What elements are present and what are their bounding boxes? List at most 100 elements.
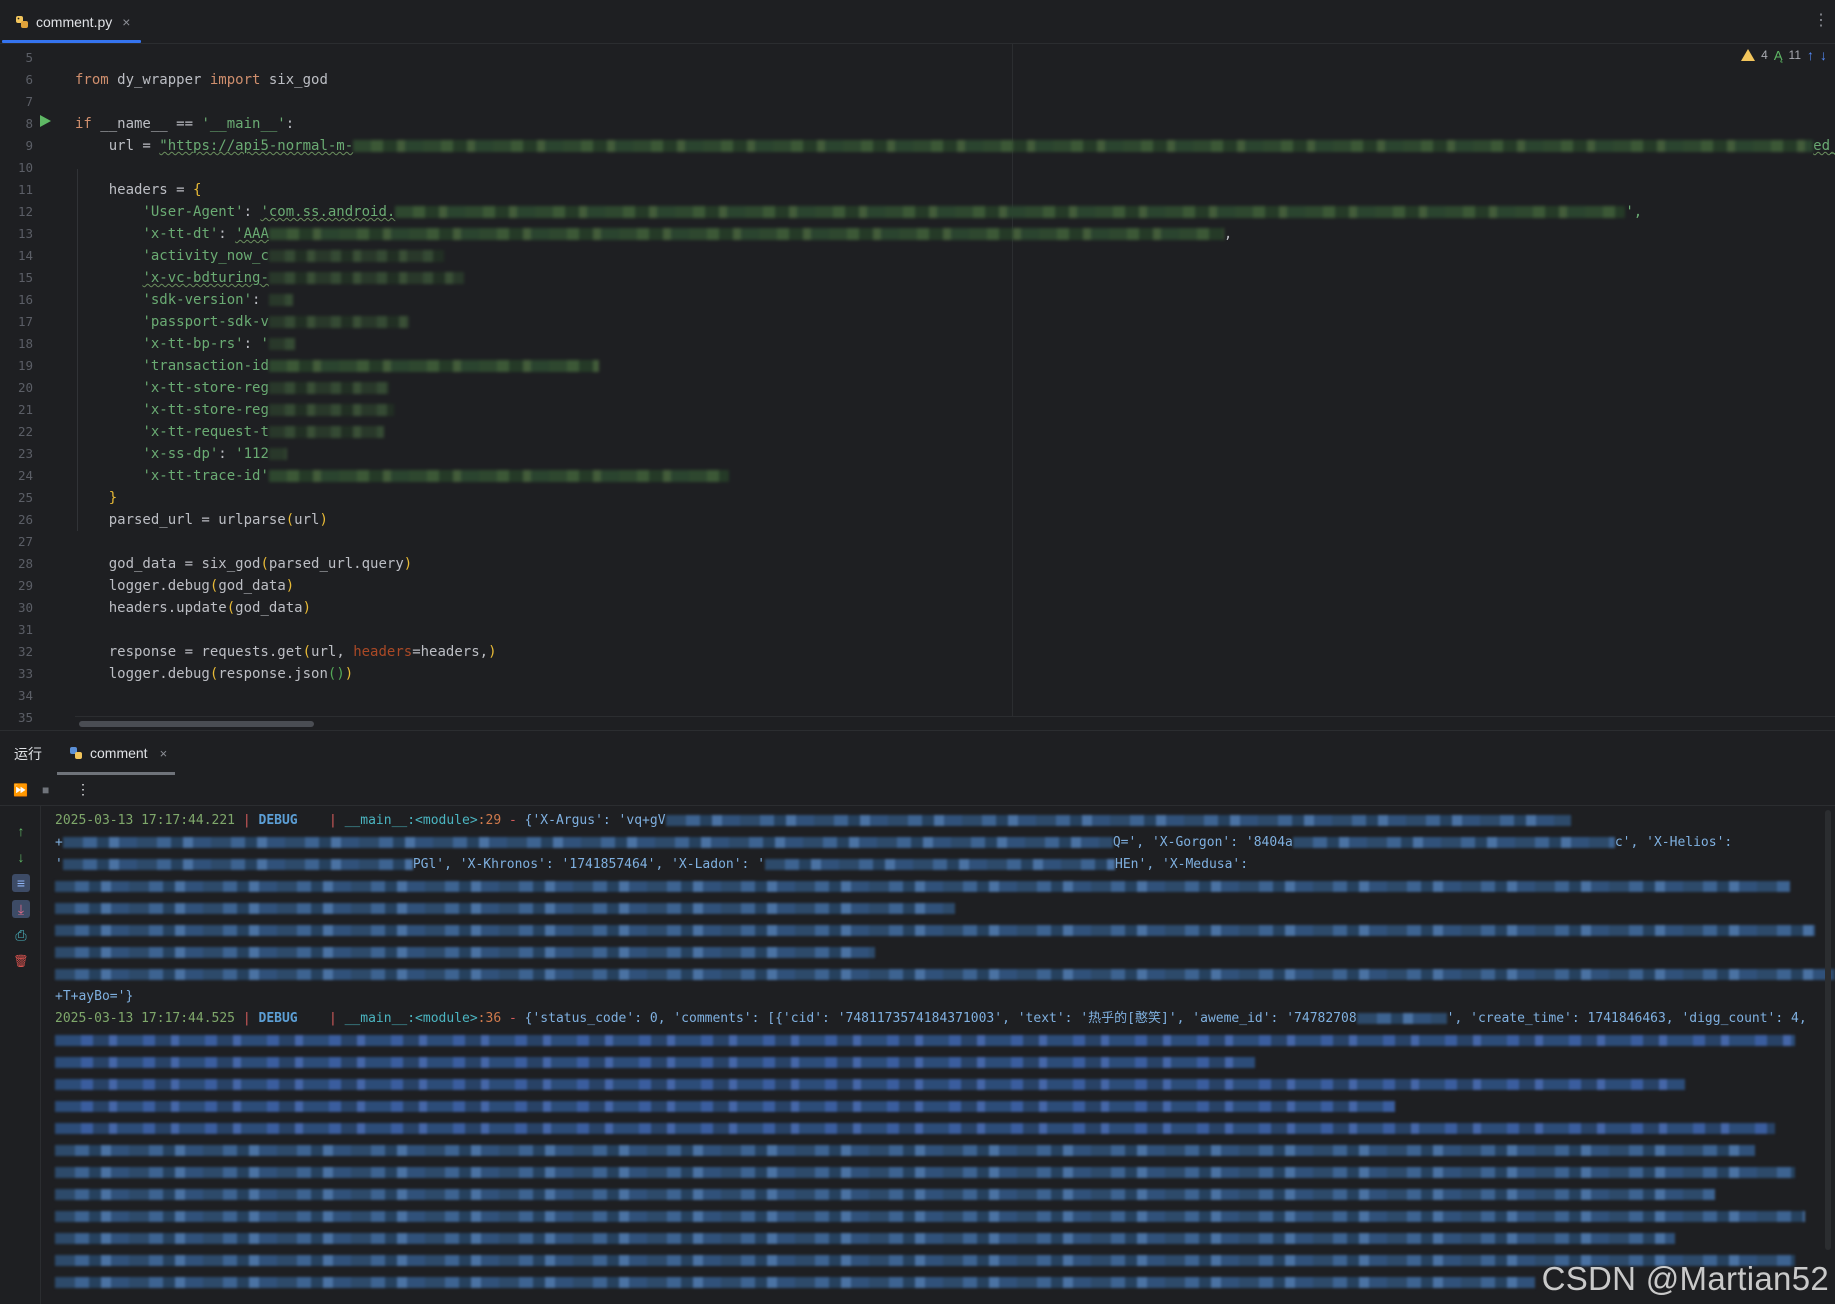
code-text: headers. [75, 600, 177, 616]
line-number: 5 [25, 50, 33, 65]
scroll-to-end-icon[interactable]: ⤓ [12, 900, 30, 918]
tab-comment-py[interactable]: comment.py × [2, 0, 141, 43]
log-line [55, 1030, 1795, 1052]
redacted-value [268, 272, 464, 284]
code-text: =headers, [412, 644, 489, 660]
code-line-25: } [75, 487, 117, 509]
redacted-log [1356, 1013, 1447, 1024]
redacted-value [268, 228, 1224, 240]
tab-label: comment.py [36, 13, 113, 30]
redacted-log [55, 1167, 1795, 1178]
dict-key: 'passport-sdk-v [142, 314, 269, 330]
log-separator: | [328, 813, 345, 828]
soft-wrap-icon[interactable]: ≡ [12, 874, 30, 892]
line-number: 15 [17, 270, 33, 285]
scroll-down-icon[interactable]: ↓ [12, 848, 30, 866]
code-editor[interactable]: 4 Ą 11 ↑ ↓ 5 6 7 8 9 10 11 12 13 14 15 1… [0, 44, 1835, 730]
line-number: 27 [17, 534, 33, 549]
line-number: 33 [17, 666, 33, 681]
log-level: DEBUG [258, 1011, 298, 1026]
typo-icon: Ą [1773, 47, 1783, 63]
string-literal: 'AAA [235, 226, 269, 242]
redacted-log [55, 1079, 1685, 1090]
redacted-value [268, 250, 444, 262]
run-tab-comment[interactable]: comment × [57, 731, 175, 775]
dict-key: 'User-Agent' [142, 204, 244, 220]
redacted-log [765, 859, 1116, 870]
log-message: {'X-Argus': 'vq+gV [524, 813, 666, 828]
log-line [55, 942, 875, 964]
code-line-26: parsed_url = urlparse(url) [75, 509, 328, 531]
paren: ) [302, 600, 312, 616]
redacted-log [55, 1277, 1535, 1288]
code-line-14: 'activity_now_c [75, 245, 444, 267]
line-number: 7 [25, 94, 33, 109]
clear-console-icon[interactable]: 🗑 [12, 952, 30, 970]
line-number: 11 [17, 182, 33, 197]
code-text: : [218, 446, 236, 462]
rerun-icon[interactable]: ⏩ [13, 783, 28, 797]
log-line [55, 1140, 1755, 1162]
line-number-gutter: 5 6 7 8 9 10 11 12 13 14 15 16 17 18 19 … [0, 44, 65, 730]
previous-highlight-icon[interactable]: ↑ [1807, 47, 1814, 63]
line-number: 16 [17, 292, 33, 307]
close-run-tab-icon[interactable]: × [160, 746, 168, 761]
warning-count: 4 [1761, 48, 1768, 62]
code-line-22: 'x-tt-request-t [75, 421, 384, 443]
log-line [55, 1162, 1795, 1184]
log-lineno: :36 [477, 1011, 502, 1026]
paren: ) [403, 556, 413, 572]
code-text: parsed_url.query [268, 556, 404, 572]
scroll-up-icon[interactable]: ↑ [12, 822, 30, 840]
run-gutter-icon[interactable] [40, 115, 51, 127]
log-module: __main__:<module> [344, 1011, 478, 1026]
paren: ( [226, 600, 236, 616]
log-line [55, 1272, 1535, 1294]
log-separator: | [235, 813, 259, 828]
log-separator: | [235, 1011, 259, 1026]
tab-menu-icon[interactable]: ⋮ [1813, 10, 1829, 30]
more-options-icon[interactable]: ⋮ [76, 781, 90, 798]
log-timestamp: 2025-03-13 17:17:44.525 [55, 1011, 236, 1026]
paren: () [327, 666, 345, 682]
console-vertical-scrollbar[interactable] [1825, 810, 1831, 1250]
code-line-11: headers = { [75, 179, 202, 201]
log-message: {'status_code': 0, 'comments': [{'cid': … [524, 1011, 1357, 1026]
redacted-value [268, 448, 287, 460]
line-number: 24 [17, 468, 33, 483]
log-separator: - [501, 813, 525, 828]
log-line [55, 964, 1835, 986]
code-text: : [285, 116, 295, 132]
code-text: : [243, 204, 261, 220]
redacted-log [55, 969, 1835, 980]
code-line-15: 'x-vc-bdturing- [75, 267, 464, 289]
log-line [55, 1074, 1685, 1096]
code-line-24: 'x-tt-trace-id' [75, 465, 729, 487]
code-text: url, [311, 644, 354, 660]
log-padding [298, 813, 329, 828]
code-text: logger. [75, 578, 168, 594]
next-highlight-icon[interactable]: ↓ [1820, 47, 1827, 63]
line-number: 34 [17, 688, 33, 703]
stop-icon[interactable]: ■ [42, 783, 49, 797]
editor-tab-bar: comment.py × ⋮ [0, 0, 1835, 44]
horizontal-scrollbar[interactable] [75, 716, 1835, 730]
console-output[interactable]: 2025-03-13 17:17:44.221 | DEBUG | __main… [41, 806, 1835, 1304]
function-call: six_god [201, 556, 261, 572]
redacted-value [268, 426, 384, 438]
inspection-widget[interactable]: 4 Ą 11 ↑ ↓ [1741, 47, 1827, 63]
redacted-log [665, 815, 1571, 826]
log-line [55, 1206, 1805, 1228]
redacted-log [55, 1189, 1715, 1200]
scrollbar-thumb[interactable] [79, 721, 314, 727]
redacted-log [55, 1057, 1255, 1068]
code-line-12: 'User-Agent': 'com.ss.android. ', [75, 201, 1642, 223]
dict-key: 'x-ss-dp' [142, 446, 219, 462]
print-icon[interactable]: ⎙ [12, 926, 30, 944]
code-text: god_data = [75, 556, 202, 572]
close-tab-icon[interactable]: × [122, 14, 130, 30]
redacted-value [395, 206, 1626, 218]
log-line: +T+ayBo='} [55, 986, 133, 1008]
code-text: : [218, 226, 236, 242]
line-number: 25 [17, 490, 33, 505]
